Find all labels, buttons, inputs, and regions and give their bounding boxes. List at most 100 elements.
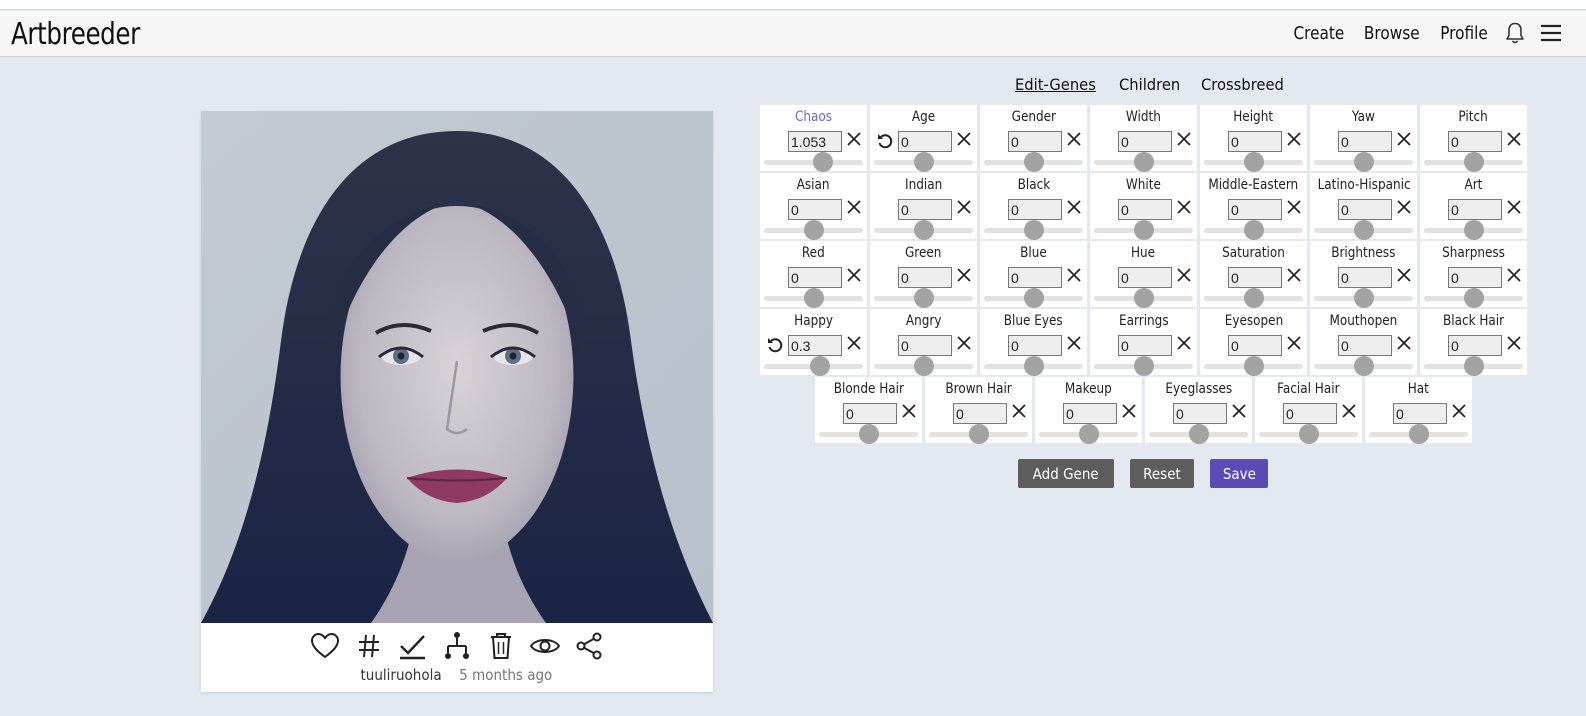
gene-value-input[interactable] bbox=[1283, 403, 1337, 424]
gene-slider-knob[interactable] bbox=[1133, 356, 1154, 376]
remove-gene-icon[interactable] bbox=[1341, 402, 1359, 422]
gene-slider-knob[interactable] bbox=[1133, 288, 1154, 308]
gene-slider-knob[interactable] bbox=[1023, 356, 1044, 376]
gene-slider-knob[interactable] bbox=[913, 220, 934, 240]
gene-value-input[interactable] bbox=[1448, 131, 1502, 152]
remove-gene-icon[interactable] bbox=[901, 402, 919, 422]
gene-slider-knob[interactable] bbox=[1353, 220, 1374, 240]
gene-slider-knob[interactable] bbox=[1298, 424, 1319, 444]
bell-icon[interactable] bbox=[1502, 20, 1528, 46]
nav-profile[interactable]: Profile bbox=[1440, 23, 1488, 44]
gene-value-input[interactable] bbox=[1118, 335, 1172, 356]
author-link[interactable]: tuuliruohola bbox=[361, 666, 442, 684]
gene-slider-knob[interactable] bbox=[1133, 152, 1154, 172]
gene-slider-knob[interactable] bbox=[1023, 288, 1044, 308]
remove-gene-icon[interactable] bbox=[1176, 334, 1194, 354]
gene-value-input[interactable] bbox=[1338, 199, 1392, 220]
remove-gene-icon[interactable] bbox=[1176, 266, 1194, 286]
undo-icon[interactable] bbox=[766, 336, 784, 354]
remove-gene-icon[interactable] bbox=[1066, 130, 1084, 150]
gene-slider-knob[interactable] bbox=[1023, 220, 1044, 240]
remove-gene-icon[interactable] bbox=[1286, 334, 1304, 354]
remove-gene-icon[interactable] bbox=[956, 266, 974, 286]
remove-gene-icon[interactable] bbox=[846, 130, 864, 150]
undo-icon[interactable] bbox=[876, 132, 894, 150]
remove-gene-icon[interactable] bbox=[1066, 266, 1084, 286]
gene-slider-knob[interactable] bbox=[1243, 220, 1264, 240]
tab-edit-genes[interactable]: Edit-Genes bbox=[1015, 75, 1096, 94]
remove-gene-icon[interactable] bbox=[1451, 402, 1469, 422]
logo[interactable]: Artbreeder bbox=[11, 17, 140, 52]
remove-gene-icon[interactable] bbox=[956, 334, 974, 354]
gene-slider-knob[interactable] bbox=[1243, 288, 1264, 308]
gene-slider-knob[interactable] bbox=[1463, 220, 1484, 240]
gene-value-input[interactable] bbox=[1008, 199, 1062, 220]
gene-slider-knob[interactable] bbox=[968, 424, 989, 444]
gene-value-input[interactable] bbox=[1008, 335, 1062, 356]
remove-gene-icon[interactable] bbox=[1506, 198, 1524, 218]
gene-slider-knob[interactable] bbox=[1463, 288, 1484, 308]
gene-value-input[interactable] bbox=[953, 403, 1007, 424]
gene-value-input[interactable] bbox=[1228, 267, 1282, 288]
gene-value-input[interactable] bbox=[1118, 131, 1172, 152]
save-button[interactable]: Save bbox=[1210, 459, 1268, 488]
remove-gene-icon[interactable] bbox=[1066, 334, 1084, 354]
gene-slider-knob[interactable] bbox=[1133, 220, 1154, 240]
gene-value-input[interactable] bbox=[1118, 199, 1172, 220]
gene-value-input[interactable] bbox=[788, 131, 842, 152]
share-icon[interactable] bbox=[567, 629, 611, 663]
nav-create[interactable]: Create bbox=[1293, 23, 1344, 44]
remove-gene-icon[interactable] bbox=[1396, 266, 1414, 286]
gene-value-input[interactable] bbox=[788, 199, 842, 220]
gene-value-input[interactable] bbox=[1338, 335, 1392, 356]
remove-gene-icon[interactable] bbox=[1506, 334, 1524, 354]
add-gene-button[interactable]: Add Gene bbox=[1018, 459, 1114, 488]
remove-gene-icon[interactable] bbox=[1121, 402, 1139, 422]
tab-crossbreed[interactable]: Crossbreed bbox=[1201, 75, 1284, 94]
gene-slider-knob[interactable] bbox=[803, 288, 824, 308]
remove-gene-icon[interactable] bbox=[1286, 266, 1304, 286]
eye-icon[interactable] bbox=[523, 629, 567, 663]
gene-slider-knob[interactable] bbox=[803, 220, 824, 240]
gene-slider-knob[interactable] bbox=[913, 152, 934, 172]
gene-slider-knob[interactable] bbox=[1463, 356, 1484, 376]
reset-button[interactable]: Reset bbox=[1130, 459, 1194, 488]
checkmark-icon[interactable] bbox=[391, 629, 435, 663]
gene-value-input[interactable] bbox=[1228, 131, 1282, 152]
gene-value-input[interactable] bbox=[1063, 403, 1117, 424]
trash-icon[interactable] bbox=[479, 629, 523, 663]
gene-slider-knob[interactable] bbox=[1353, 356, 1374, 376]
gene-value-input[interactable] bbox=[1008, 267, 1062, 288]
gene-slider-knob[interactable] bbox=[813, 152, 834, 172]
gene-value-input[interactable] bbox=[1118, 267, 1172, 288]
gene-slider-knob[interactable] bbox=[1243, 152, 1264, 172]
gene-slider-knob[interactable] bbox=[858, 424, 879, 444]
gene-slider-knob[interactable] bbox=[1078, 424, 1099, 444]
gene-value-input[interactable] bbox=[1008, 131, 1062, 152]
hashtag-icon[interactable] bbox=[347, 629, 391, 663]
remove-gene-icon[interactable] bbox=[1506, 266, 1524, 286]
tab-children[interactable]: Children bbox=[1119, 75, 1180, 94]
gene-value-input[interactable] bbox=[898, 267, 952, 288]
remove-gene-icon[interactable] bbox=[1396, 198, 1414, 218]
gene-slider-knob[interactable] bbox=[1353, 288, 1374, 308]
gene-value-input[interactable] bbox=[898, 335, 952, 356]
gene-value-input[interactable] bbox=[1448, 267, 1502, 288]
nav-browse[interactable]: Browse bbox=[1364, 23, 1420, 44]
gene-value-input[interactable] bbox=[898, 199, 952, 220]
gene-slider-knob[interactable] bbox=[1243, 356, 1264, 376]
remove-gene-icon[interactable] bbox=[1286, 130, 1304, 150]
heart-icon[interactable] bbox=[303, 629, 347, 663]
gene-slider-knob[interactable] bbox=[913, 288, 934, 308]
gene-value-input[interactable] bbox=[843, 403, 897, 424]
gene-value-input[interactable] bbox=[1448, 335, 1502, 356]
remove-gene-icon[interactable] bbox=[1231, 402, 1249, 422]
remove-gene-icon[interactable] bbox=[1286, 198, 1304, 218]
gene-slider-knob[interactable] bbox=[1463, 152, 1484, 172]
gene-slider-knob[interactable] bbox=[1188, 424, 1209, 444]
gene-slider-knob[interactable] bbox=[1408, 424, 1429, 444]
gene-value-input[interactable] bbox=[898, 131, 952, 152]
remove-gene-icon[interactable] bbox=[1176, 130, 1194, 150]
gene-value-input[interactable] bbox=[1393, 403, 1447, 424]
gene-slider-knob[interactable] bbox=[1023, 152, 1044, 172]
